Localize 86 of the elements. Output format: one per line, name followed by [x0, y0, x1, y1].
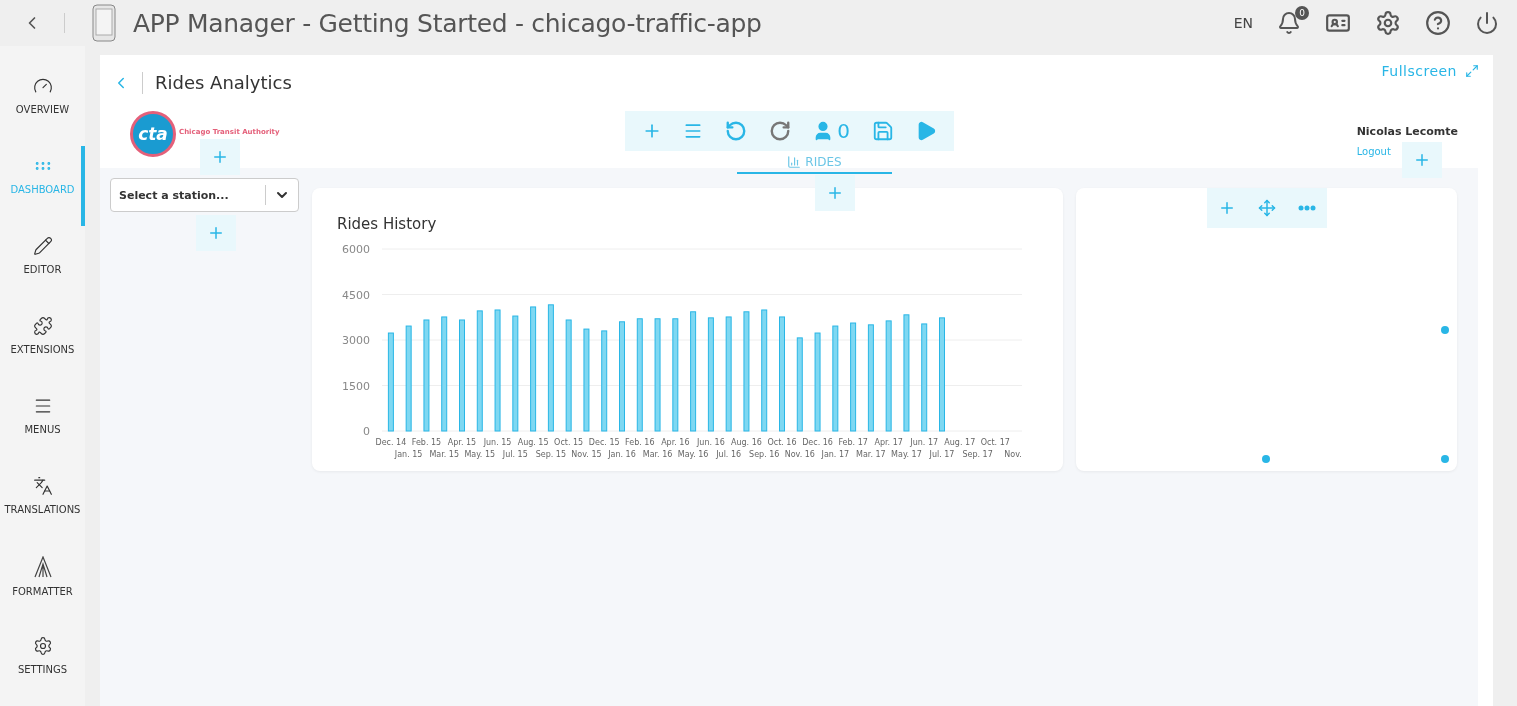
- bar-chart-icon: [787, 155, 802, 169]
- axis-label: Nov. 16: [784, 450, 815, 459]
- axis-label: Mar. 17: [856, 450, 886, 459]
- plus-icon: [207, 224, 225, 242]
- settings-icon[interactable]: [1375, 10, 1401, 36]
- axis-label: 4500: [342, 288, 370, 302]
- axis-label: Jun. 16: [697, 438, 725, 447]
- axis-label: 3000: [342, 334, 370, 347]
- help-icon[interactable]: [1425, 10, 1451, 36]
- axis-label: Sep. 17: [962, 450, 993, 459]
- axis-label: Feb. 15: [411, 438, 442, 447]
- axis-label: Oct. 15: [554, 438, 584, 447]
- axis-label: 0: [363, 425, 370, 438]
- axis-label: Jan. 16: [608, 450, 636, 459]
- add-button[interactable]: [1402, 142, 1442, 178]
- station-select[interactable]: Select a station...: [110, 178, 299, 212]
- chart-title: Rides History: [337, 215, 437, 233]
- notification-count: 0: [1295, 6, 1309, 20]
- axis-label: 6000: [342, 243, 370, 256]
- add-button[interactable]: [196, 215, 236, 251]
- axis-label: Dec. 16: [802, 438, 833, 447]
- axis-label: May. 16: [677, 450, 709, 459]
- sidebar-item[interactable]: SETTINGS: [0, 626, 85, 706]
- power-icon[interactable]: [1475, 11, 1499, 35]
- logo: cta: [130, 111, 176, 157]
- redo-button[interactable]: [768, 120, 791, 142]
- puzzle-icon: [32, 316, 53, 336]
- pencil-icon: [32, 236, 53, 256]
- axis-label: Aug. 16: [731, 438, 762, 447]
- add-button[interactable]: [1218, 199, 1236, 217]
- ellipsis-icon: [1298, 205, 1316, 211]
- axis-label: Jun. 15: [483, 438, 512, 447]
- resize-handle[interactable]: [1262, 455, 1270, 463]
- axis-label: Jun. 17: [910, 438, 939, 447]
- user-name: Nicolas Lecomte: [1356, 125, 1458, 138]
- axis-label: Apr. 17: [874, 438, 903, 447]
- axis-label: Feb. 16: [625, 438, 655, 447]
- axis-label: May. 15: [464, 450, 496, 459]
- settings-icon: [32, 636, 53, 656]
- sidebar-item[interactable]: EDITOR: [0, 226, 85, 306]
- move-button[interactable]: [1258, 199, 1276, 217]
- axis-label: Sep. 15: [535, 450, 567, 459]
- resize-handle[interactable]: [1441, 326, 1449, 334]
- translate-icon: [32, 476, 53, 496]
- sidebar-item[interactable]: OVERVIEW: [0, 66, 85, 146]
- language-selector[interactable]: EN: [1233, 15, 1253, 31]
- axis-label: Dec. 14: [375, 438, 407, 447]
- bell-icon[interactable]: [1277, 11, 1301, 35]
- axis-label: Sep. 16: [749, 450, 780, 459]
- axis-label: Mar. 16: [642, 450, 673, 459]
- axis-label: Nov. 15: [571, 450, 602, 459]
- add-button[interactable]: [815, 175, 855, 211]
- add-button[interactable]: [200, 139, 240, 175]
- axis-label: Apr. 15: [447, 438, 477, 447]
- axis-label: Feb. 17: [838, 438, 868, 447]
- axis-label: Apr. 16: [661, 438, 690, 447]
- expand-icon: [1465, 64, 1479, 78]
- plus-icon: [211, 148, 229, 166]
- axis-label: Dec. 15: [588, 438, 620, 447]
- sidebar-item[interactable]: FORMATTER: [0, 546, 85, 626]
- sidebar-item[interactable]: EXTENSIONS: [0, 306, 85, 386]
- axis-label: Aug. 15: [517, 438, 549, 447]
- plus-icon: [826, 184, 844, 202]
- undo-button[interactable]: [725, 120, 747, 142]
- axis-label: Jul. 15: [502, 450, 528, 459]
- plus-icon: [1413, 151, 1431, 169]
- axis-label: Jul. 17: [929, 450, 955, 459]
- sidebar-item[interactable]: TRANSLATIONS: [0, 466, 85, 546]
- more-button[interactable]: [1298, 205, 1316, 211]
- axis-label: Jul. 16: [716, 450, 742, 459]
- axis-label: Nov.: [1004, 450, 1022, 459]
- axis-label: Oct. 16: [767, 438, 797, 447]
- axis-label: Jan. 15: [394, 450, 423, 459]
- axis-label: Aug. 17: [944, 438, 976, 447]
- axis-label: Mar. 15: [429, 450, 460, 459]
- axis-label: May. 17: [891, 450, 922, 459]
- peak-icon: [32, 556, 53, 578]
- tablet-icon: [91, 4, 117, 42]
- axis-label: Jan. 17: [821, 450, 850, 459]
- app-title: APP Manager - Getting Started - chicago-traffic-app: [133, 8, 762, 38]
- sidebar-item[interactable]: MENUS: [0, 386, 85, 466]
- resize-handle[interactable]: [1441, 455, 1449, 463]
- save-button[interactable]: [871, 120, 894, 142]
- axis-label: 1500: [342, 379, 370, 393]
- axis-label: Oct. 17: [980, 438, 1010, 447]
- page-title: Rides Analytics: [142, 72, 292, 94]
